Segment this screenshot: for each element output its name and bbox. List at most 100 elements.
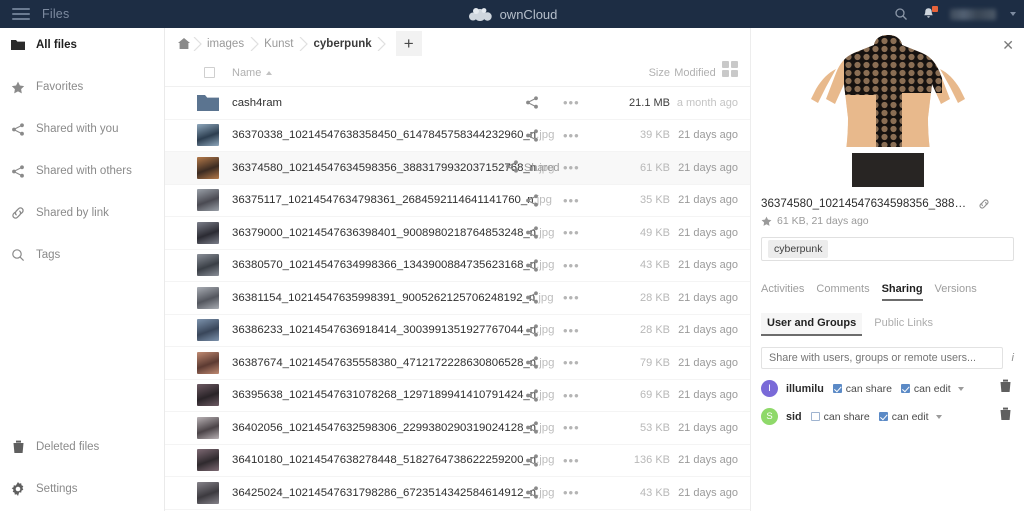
file-size: 28 KB <box>640 291 670 304</box>
more-actions-button[interactable]: ••• <box>563 420 580 435</box>
trash-icon <box>11 440 25 454</box>
table-row[interactable]: 36381154_10214547635998391_9005262125706… <box>165 282 750 315</box>
close-icon[interactable]: ✕ <box>1002 38 1014 52</box>
breadcrumb-item-cyberpunk[interactable]: cyberpunk <box>310 38 376 50</box>
hamburger-menu-icon[interactable] <box>12 8 30 20</box>
file-size: 79 KB <box>640 356 670 369</box>
share-action-icon[interactable] <box>525 421 539 434</box>
can-edit-checkbox[interactable]: can edit <box>878 411 929 423</box>
subtab-public-links[interactable]: Public Links <box>868 313 939 336</box>
file-modified: 21 days ago <box>678 226 738 239</box>
share-action-icon[interactable] <box>525 259 539 272</box>
breadcrumb-separator <box>191 36 203 51</box>
table-row[interactable]: cash4ram ••• 21.1 MB a month ago <box>165 87 750 120</box>
column-header-modified[interactable]: Modified <box>660 67 730 79</box>
tags-field[interactable]: cyberpunk <box>761 237 1014 261</box>
more-actions-button[interactable]: ••• <box>563 323 580 338</box>
avatar: I <box>761 380 778 397</box>
share-action-icon[interactable] <box>525 454 539 467</box>
share-action-icon[interactable] <box>525 96 539 109</box>
sidebar-item-shared-with-you[interactable]: Shared with you <box>0 115 164 143</box>
chevron-down-icon[interactable] <box>935 414 942 419</box>
star-icon[interactable] <box>761 216 772 227</box>
column-header-name[interactable]: Name <box>232 67 273 79</box>
sidebar-item-shared-with-others[interactable]: Shared with others <box>0 157 164 185</box>
table-row[interactable]: 36387674_10214547635558380_4712172228630… <box>165 347 750 380</box>
table-row[interactable]: 36380570_10214547634998366_1343900884735… <box>165 250 750 282</box>
more-actions-button[interactable]: ••• <box>563 485 580 500</box>
table-row[interactable]: 36425024_10214547631798286_6723514342584… <box>165 477 750 510</box>
more-actions-button[interactable]: ••• <box>563 225 580 240</box>
can-edit-checkbox[interactable]: can edit <box>900 383 951 395</box>
more-actions-button[interactable]: ••• <box>563 388 580 403</box>
sidebar-item-all-files[interactable]: All files <box>0 31 164 59</box>
table-row[interactable]: 36379000_10214547636398401_9008980218764… <box>165 217 750 250</box>
new-file-button[interactable]: + <box>395 31 422 56</box>
share-action-icon[interactable] <box>525 291 539 304</box>
file-name: 36410180_10214547638278448_5182764738622… <box>232 454 555 467</box>
tab-versions[interactable]: Versions <box>935 283 977 301</box>
file-size: 69 KB <box>640 389 670 402</box>
subtab-user-and-groups[interactable]: User and Groups <box>761 313 863 336</box>
shared-indicator[interactable]: Shared <box>505 160 559 176</box>
table-row[interactable]: 36386233_10214547636918414_3003991351927… <box>165 315 750 347</box>
sidebar-item-favorites[interactable]: Favorites <box>0 73 164 101</box>
share-action-icon[interactable] <box>525 324 539 337</box>
more-actions-button[interactable]: ••• <box>563 95 580 110</box>
table-row[interactable]: 36374580_10214547634598356_3883179932037… <box>165 152 750 185</box>
more-actions-button[interactable]: ••• <box>563 453 580 468</box>
trash-icon[interactable] <box>999 407 1012 426</box>
search-icon[interactable] <box>894 7 908 21</box>
file-name: 36425024_10214547631798286_6723514342584… <box>232 486 555 499</box>
home-icon[interactable] <box>177 37 191 51</box>
tab-sharing[interactable]: Sharing <box>881 283 923 301</box>
chevron-down-icon[interactable] <box>957 386 964 391</box>
file-modified: 21 days ago <box>678 161 738 174</box>
more-actions-button[interactable]: ••• <box>563 160 580 175</box>
notification-badge <box>932 6 938 12</box>
tab-activities[interactable]: Activities <box>761 283 804 301</box>
file-preview[interactable]: ✕ <box>751 28 1024 188</box>
share-input[interactable] <box>761 347 1003 369</box>
share-action-icon[interactable] <box>525 194 539 207</box>
share-action-icon[interactable] <box>525 226 539 239</box>
user-avatar-name[interactable] <box>950 8 996 20</box>
owncloud-logo[interactable]: ownCloud <box>437 6 587 22</box>
more-actions-button[interactable]: ••• <box>563 193 580 208</box>
breadcrumb-item-images[interactable]: images <box>203 38 248 50</box>
table-row[interactable]: 36395638_10214547631078268_1297189941410… <box>165 380 750 412</box>
file-meta-text: 61 KB, 21 days ago <box>777 215 869 227</box>
select-all-checkbox[interactable] <box>204 67 215 78</box>
tab-comments[interactable]: Comments <box>816 283 869 301</box>
breadcrumb-item-kunst[interactable]: Kunst <box>260 38 297 50</box>
share-action-icon[interactable] <box>525 389 539 402</box>
more-actions-button[interactable]: ••• <box>563 355 580 370</box>
more-actions-button[interactable]: ••• <box>563 258 580 273</box>
can-share-checkbox[interactable]: can share <box>810 411 870 423</box>
table-row[interactable]: 36402056_10214547632598306_2299380290319… <box>165 412 750 445</box>
file-details-sidebar: ✕ 36374580_10214547634598356_38831799... <box>750 28 1024 511</box>
trash-icon[interactable] <box>999 379 1012 398</box>
app-title: Files <box>42 7 70 21</box>
can-share-checkbox[interactable]: can share <box>832 383 892 395</box>
link-icon[interactable] <box>978 198 990 210</box>
sidebar-item-tags[interactable]: Tags <box>0 241 164 269</box>
table-row[interactable]: 36375117_10214547634798361_2684592114641… <box>165 185 750 217</box>
share-action-icon[interactable] <box>525 486 539 499</box>
top-header-bar: Files ownCloud <box>0 0 1024 28</box>
chevron-down-icon[interactable] <box>1010 12 1016 16</box>
sidebar-item-shared-by-link[interactable]: Shared by link <box>0 199 164 227</box>
info-icon[interactable]: i <box>1012 352 1014 364</box>
share-action-icon[interactable] <box>525 129 539 142</box>
more-actions-button[interactable]: ••• <box>563 128 580 143</box>
table-row[interactable]: 36370338_10214547638358450_6147845758344… <box>165 120 750 152</box>
tag-chip[interactable]: cyberpunk <box>768 240 829 258</box>
table-row[interactable]: 36410180_10214547638278448_5182764738622… <box>165 445 750 477</box>
file-thumbnail <box>197 319 219 342</box>
sidebar-item-settings[interactable]: Settings <box>0 475 164 503</box>
bell-icon[interactable] <box>922 6 938 21</box>
file-modified: 21 days ago <box>678 129 738 142</box>
more-actions-button[interactable]: ••• <box>563 290 580 305</box>
sidebar-item-deleted-files[interactable]: Deleted files <box>0 433 164 461</box>
share-action-icon[interactable] <box>525 356 539 369</box>
